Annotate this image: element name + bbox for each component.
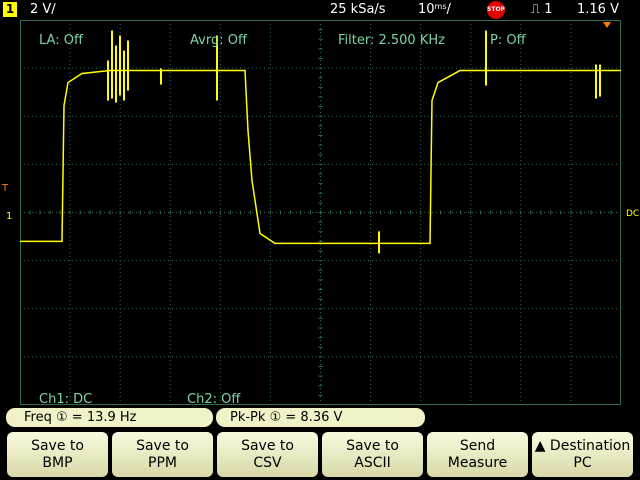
measurement-equals: = <box>71 410 83 425</box>
softkey-line2: PPM <box>148 454 177 471</box>
trigger-level[interactable]: 1.16 V <box>577 0 619 20</box>
waveform-svg <box>20 20 621 405</box>
save-csv-button[interactable]: Save to CSV <box>217 432 318 477</box>
ch2-coupling: Ch2: Off <box>187 392 241 407</box>
save-bmp-button[interactable]: Save to BMP <box>7 432 108 477</box>
measurement-bar: Freq ① = 13.9 Hz Pk-Pk ① = 8.36 V <box>0 407 640 429</box>
trigger-edge-icon: ⎍ <box>531 2 541 17</box>
waveform-display: LA: Off Avrg: Off Filter: 2.500 KHz P: O… <box>20 20 621 407</box>
measurement-value: 8.36 V <box>300 410 343 425</box>
softkey-line1: Save to <box>241 437 294 454</box>
softkey-menu: Save to BMP Save to PPM Save to CSV Save… <box>0 429 640 480</box>
trigger-settings[interactable]: ⎍ 1 <box>531 0 553 20</box>
softkey-line1: Send <box>459 437 496 454</box>
timebase-suffix: / <box>446 2 451 17</box>
measurement-channel: ① <box>269 410 282 425</box>
ch1-coupling: Ch1: DC <box>39 392 93 407</box>
measurement-freq[interactable]: Freq ① = 13.9 Hz <box>6 408 213 427</box>
label-average-status: LA: Off <box>39 33 83 48</box>
softkey-line1: ▲ Destination <box>534 437 631 454</box>
softkey-line1: Save to <box>346 437 399 454</box>
trigger-level-marker: T <box>2 183 9 194</box>
measurement-channel: ① <box>55 410 68 425</box>
timebase-unit: ms <box>434 2 447 11</box>
sample-rate: 25 kSa/s <box>330 2 386 17</box>
peak-status: P: Off <box>490 33 526 48</box>
softkey-line2: Measure <box>447 454 508 471</box>
measurement-name: Freq <box>24 410 52 425</box>
filter-status: Filter: 2.500 KHz <box>338 33 445 48</box>
timebase-value: 10 <box>418 2 435 17</box>
measurement-name: Pk-Pk <box>230 410 266 425</box>
measurement-pkpk[interactable]: Pk-Pk ① = 8.36 V <box>216 408 425 427</box>
coupling-marker: DC <box>626 209 640 219</box>
trigger-source: 1 <box>544 2 553 17</box>
stop-icon: STOP <box>487 1 505 19</box>
softkey-line2: PC <box>573 454 592 471</box>
status-bar: 1 2 V/ 25 kSa/s 10ms/ STOP ⎍ 1 1.16 V <box>0 0 640 20</box>
save-ascii-button[interactable]: Save to ASCII <box>322 432 423 477</box>
save-ppm-button[interactable]: Save to PPM <box>112 432 213 477</box>
destination-button[interactable]: ▲ Destination PC <box>532 432 633 477</box>
softkey-line2: ASCII <box>354 454 391 471</box>
channel-scale[interactable]: 2 V/ <box>30 0 56 20</box>
channel-1-ground-marker[interactable]: 1 <box>6 211 12 222</box>
softkey-line1: Save to <box>31 437 84 454</box>
measurement-value: 13.9 Hz <box>86 410 137 425</box>
channel-1-badge[interactable]: 1 <box>3 2 17 17</box>
softkey-line2: BMP <box>42 454 73 471</box>
timebase[interactable]: 10ms/ <box>418 0 451 21</box>
softkey-line1: Save to <box>136 437 189 454</box>
measurement-equals: = <box>285 410 297 425</box>
average-status: Avrg: Off <box>190 33 247 48</box>
softkey-line2: CSV <box>253 454 282 471</box>
send-measure-button[interactable]: Send Measure <box>427 432 528 477</box>
